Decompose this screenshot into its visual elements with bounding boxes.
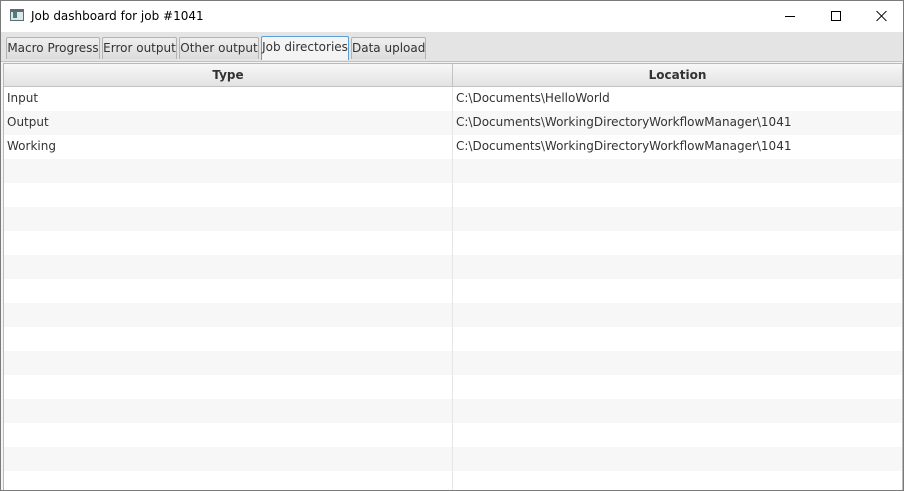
table-header: Type Location [4, 64, 902, 87]
empty-cell [4, 159, 453, 183]
tab-macro-progress[interactable]: Macro Progress [6, 37, 100, 59]
empty-cell [4, 207, 453, 231]
table-row[interactable]: Output C:\Documents\WorkingDirectoryWork… [4, 111, 902, 135]
minimize-icon[interactable] [767, 1, 813, 32]
column-header-type[interactable]: Type [4, 64, 453, 86]
empty-table-row [4, 255, 902, 279]
empty-cell [4, 255, 453, 279]
tab-job-directories[interactable]: Job directories [261, 36, 349, 60]
empty-cell [4, 327, 453, 351]
empty-cell [4, 447, 453, 471]
empty-table-row [4, 399, 902, 423]
empty-table-row [4, 327, 902, 351]
cell-location: C:\Documents\HelloWorld [456, 91, 610, 105]
app-window-icon [10, 9, 24, 21]
cell-location: C:\Documents\WorkingDirectoryWorkflowMan… [456, 115, 792, 129]
title-bar[interactable]: Job dashboard for job #1041 [1, 1, 903, 32]
empty-table-row [4, 423, 902, 447]
table-row[interactable]: Working C:\Documents\WorkingDirectoryWor… [4, 135, 902, 159]
maximize-icon[interactable] [813, 1, 859, 32]
cell-type: Input [4, 87, 453, 111]
tab-error-output[interactable]: Error output [102, 37, 177, 59]
tab-bar: Macro Progress Error output Other output… [1, 32, 903, 62]
empty-cell [4, 423, 453, 447]
empty-cell [4, 183, 453, 207]
cell-type: Working [4, 135, 453, 159]
cell-type: Output [4, 111, 453, 135]
cell-location: C:\Documents\WorkingDirectoryWorkflowMan… [456, 139, 792, 153]
column-header-location[interactable]: Location [453, 64, 902, 86]
tab-data-upload[interactable]: Data upload [351, 37, 426, 59]
empty-cell [4, 375, 453, 399]
empty-table-row [4, 303, 902, 327]
empty-table-row [4, 279, 902, 303]
empty-table-row [4, 207, 902, 231]
window-title: Job dashboard for job #1041 [31, 9, 204, 23]
empty-table-row [4, 471, 902, 490]
empty-table-row [4, 183, 902, 207]
table-row[interactable]: Input C:\Documents\HelloWorld [4, 87, 902, 111]
empty-cell [4, 231, 453, 255]
empty-table-row [4, 375, 902, 399]
close-icon[interactable] [859, 1, 903, 32]
job-directories-table[interactable]: Type Location Input C:\Documents\HelloWo… [3, 63, 903, 490]
job-dashboard-window: Job dashboard for job #1041 Macro Progre… [0, 0, 904, 491]
empty-cell [4, 351, 453, 375]
empty-table-row [4, 231, 902, 255]
tab-other-output[interactable]: Other output [179, 37, 259, 59]
empty-cell [4, 471, 453, 490]
empty-table-row [4, 159, 902, 183]
empty-table-row [4, 447, 902, 471]
empty-cell [4, 303, 453, 327]
empty-cell [4, 399, 453, 423]
empty-cell [4, 279, 453, 303]
empty-table-row [4, 351, 902, 375]
